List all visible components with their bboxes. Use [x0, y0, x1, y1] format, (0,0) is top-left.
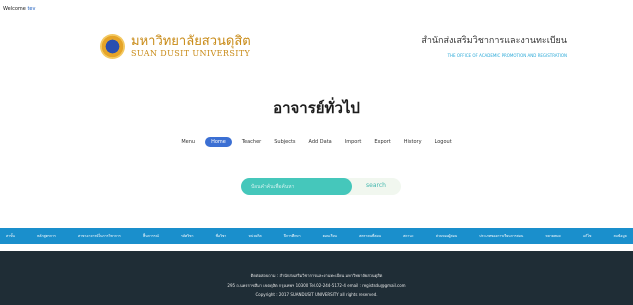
- category-item[interactable]: หน่วยกิต: [249, 233, 262, 239]
- footer-contact: ติดต่อสอบถาม : สำนักส่งเสริมวิชาการและงา…: [250, 273, 383, 278]
- category-item[interactable]: สาขั้น: [6, 233, 15, 239]
- search-bar: search: [241, 178, 401, 195]
- footer: ติดต่อสอบถาม : สำนักส่งเสริมวิชาการและงา…: [0, 251, 633, 305]
- category-item[interactable]: ชื่อวิชา: [216, 233, 227, 239]
- nav-logout[interactable]: Logout: [432, 137, 455, 147]
- category-item[interactable]: สาขาอาจารย์ในการวิชาการ: [78, 233, 121, 239]
- nav-subjects[interactable]: Subjects: [271, 137, 298, 147]
- nav-import[interactable]: Import: [342, 137, 365, 147]
- category-item[interactable]: ฟื้นการรณ์: [143, 233, 159, 239]
- welcome-prefix: Welcome: [3, 6, 26, 12]
- category-item[interactable]: ปีการศึกษา: [284, 233, 301, 239]
- office-name: สำนักส่งเสริมวิชาการและงานทะเบียน THE OF…: [421, 33, 567, 58]
- category-item[interactable]: หลายหมด: [545, 233, 560, 239]
- category-item[interactable]: รลัศวิชา: [181, 233, 194, 239]
- university-logo-icon: [100, 33, 125, 59]
- search-input[interactable]: [241, 178, 352, 195]
- search-button[interactable]: search: [366, 182, 386, 189]
- brand: มหาวิทยาลัยสวนดุสิต SUAN DUSIT UNIVERSIT…: [100, 26, 251, 66]
- office-name-th: สำนักส่งเสริมวิชาการและงานทะเบียน: [421, 36, 567, 46]
- footer-address: 295 ถ.นครราชสีมา เขตดุสิต กรุงเทพฯ 10300…: [227, 283, 406, 288]
- category-item[interactable]: แก้ไข: [583, 233, 592, 239]
- category-item[interactable]: หลักสูตรการ: [37, 233, 56, 239]
- brand-name-th: มหาวิทยาลัยสวนดุสิต: [131, 34, 251, 49]
- category-item[interactable]: ลบข้อมูล: [614, 233, 627, 239]
- nav-add-data[interactable]: Add Data: [306, 137, 335, 147]
- page-title: อาจารย์ทั่วไป: [273, 99, 360, 117]
- brand-name-en: SUAN DUSIT UNIVERSITY: [131, 49, 251, 58]
- nav-history[interactable]: History: [401, 137, 425, 147]
- main-nav: Menu Home Teacher Subjects Add Data Impo…: [0, 137, 633, 147]
- category-item[interactable]: ส่วนของผู้สอน: [436, 233, 457, 239]
- welcome-user: tev: [27, 6, 36, 12]
- welcome-text: Welcome tev: [3, 6, 35, 12]
- office-name-en: THE OFFICE OF ACADEMIC PROMOTION AND REG…: [447, 53, 567, 58]
- nav-teacher[interactable]: Teacher: [239, 137, 264, 147]
- nav-export[interactable]: Export: [371, 137, 393, 147]
- category-item[interactable]: สถานะ: [403, 233, 414, 239]
- category-item[interactable]: สตราคนที่สอน: [359, 233, 381, 239]
- nav-menu[interactable]: Menu: [178, 137, 198, 147]
- nav-home[interactable]: Home: [205, 137, 232, 147]
- category-item[interactable]: ตอนเรียน: [323, 233, 337, 239]
- category-item[interactable]: ประเภทของการเรียนการสอน: [479, 233, 523, 239]
- category-bar: สาขั้น หลักสูตรการ สาขาอาจารย์ในการวิชาก…: [0, 228, 633, 244]
- footer-copyright: Copyright : 2017 SUANDUSIT UNIVERSITY al…: [255, 292, 378, 297]
